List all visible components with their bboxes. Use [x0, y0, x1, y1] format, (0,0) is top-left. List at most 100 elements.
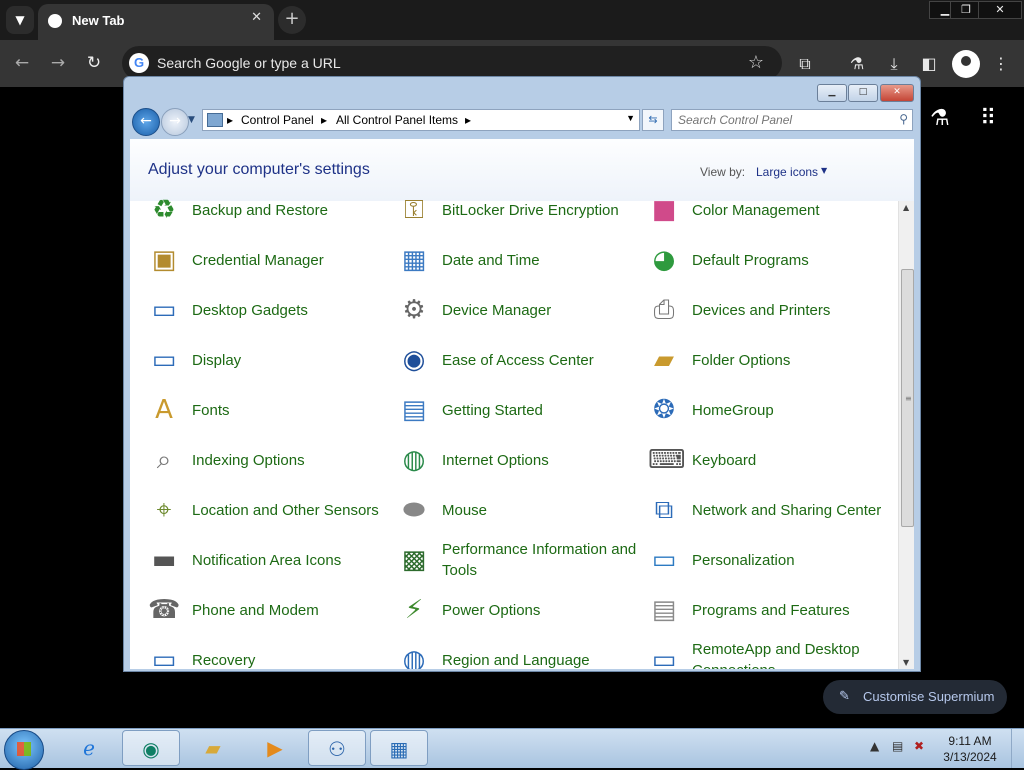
bitlocker-key-icon: ⚿	[404, 195, 424, 225]
cp-item-mouse[interactable]: ⬬ Mouse	[398, 488, 638, 532]
cp-item-internet-options[interactable]: ◍ Internet Options	[398, 438, 638, 482]
reload-icon[interactable]: ↻	[82, 52, 106, 76]
bookmark-star-icon[interactable]: ☆	[748, 52, 764, 73]
cp-item-bitlocker-drive-encryption[interactable]: ⚿ BitLocker Drive Encryption	[398, 188, 638, 232]
back-arrow-icon[interactable]: ←	[10, 52, 34, 76]
cp-scrollbar[interactable]: ▲ ≡ ▼	[898, 201, 914, 669]
media-player-icon[interactable]: ▶	[246, 730, 304, 766]
cp-item-notification-area-icons[interactable]: ▬ Notification Area Icons	[148, 538, 388, 582]
cp-item-display[interactable]: ▭ Display	[148, 338, 388, 382]
menu-kebab-icon[interactable]: ⋮	[990, 53, 1012, 75]
cp-item-homegroup[interactable]: ❂ HomeGroup	[648, 388, 888, 432]
cp-item-remoteapp-and-desktop-connections[interactable]: ▭ RemoteApp and Desktop Connections	[648, 638, 888, 669]
cp-close-button[interactable]: ✕	[880, 84, 914, 102]
remoteapp-icon: ▭	[651, 645, 677, 669]
tab-title: New Tab	[72, 13, 125, 28]
cp-forward-button[interactable]: →	[161, 108, 189, 136]
cp-item-device-manager[interactable]: ⚙ Device Manager	[398, 288, 638, 332]
tray-arrow-icon[interactable]: ▲	[870, 739, 879, 753]
ntp-labs-flask-icon[interactable]: ⚗	[930, 106, 950, 131]
show-desktop-button[interactable]	[1011, 729, 1024, 768]
cp-refresh-button[interactable]: ⇆	[642, 109, 664, 131]
profile-avatar-icon[interactable]	[952, 50, 980, 78]
tab-new-tab[interactable]: New Tab ✕	[38, 4, 274, 40]
page-title: Adjust your computer's settings	[148, 161, 370, 178]
supermium-taskbar-icon[interactable]: ◉	[122, 730, 180, 766]
cp-item-getting-started[interactable]: ▤ Getting Started	[398, 388, 638, 432]
cp-item-programs-and-features[interactable]: ▤ Programs and Features	[648, 588, 888, 632]
extensions-icon[interactable]: ⧉	[794, 53, 816, 75]
labs-flask-icon[interactable]: ⚗	[846, 53, 868, 75]
color-icon: ■	[651, 195, 677, 225]
internet-explorer-icon[interactable]: ℯ	[60, 730, 118, 766]
cp-item-performance-information-and-tools[interactable]: ▩ Performance Information and Tools	[398, 538, 638, 582]
cp-item-label: HomeGroup	[692, 401, 774, 419]
cp-item-region-and-language[interactable]: ◍ Region and Language	[398, 638, 638, 669]
cp-item-keyboard[interactable]: ⌨ Keyboard	[648, 438, 888, 482]
tab-search-button[interactable]: ▼	[6, 6, 34, 34]
control-panel-icon	[207, 113, 223, 127]
breadcrumb-separator-icon[interactable]: ▸	[321, 113, 327, 127]
address-bar[interactable]: G Search Google or type a URL ☆	[122, 46, 782, 80]
cp-item-desktop-gadgets[interactable]: ▭ Desktop Gadgets	[148, 288, 388, 332]
customise-supermium-button[interactable]: ✎ Customise Supermium	[823, 680, 1007, 714]
cp-item-personalization[interactable]: ▭ Personalization	[648, 538, 888, 582]
search-icon[interactable]: ⚲	[899, 112, 908, 126]
cp-search-box[interactable]: ⚲	[671, 109, 913, 131]
cp-item-folder-options[interactable]: ▰ Folder Options	[648, 338, 888, 382]
cp-item-date-and-time[interactable]: ▦ Date and Time	[398, 238, 638, 282]
breadcrumb-control-panel[interactable]: Control Panel	[241, 113, 314, 127]
recent-pages-dropdown[interactable]: ▼	[188, 115, 195, 125]
cp-item-location-and-other-sensors[interactable]: ⌖ Location and Other Sensors	[148, 488, 388, 532]
cp-item-ease-of-access-center[interactable]: ◉ Ease of Access Center	[398, 338, 638, 382]
cp-item-label: Programs and Features	[692, 601, 850, 619]
cp-item-default-programs[interactable]: ◕ Default Programs	[648, 238, 888, 282]
cp-search-input[interactable]	[678, 112, 888, 128]
cp-item-indexing-options[interactable]: ⌕ Indexing Options	[148, 438, 388, 482]
cp-item-phone-and-modem[interactable]: ☎ Phone and Modem	[148, 588, 388, 632]
breadcrumb-separator-icon[interactable]: ▸	[227, 113, 233, 127]
chevron-down-icon[interactable]: ▼	[821, 166, 827, 175]
cp-item-label: Device Manager	[442, 301, 552, 319]
cp-back-button[interactable]: ←	[132, 108, 160, 136]
taskbar-clock[interactable]: 9:11 AM 3/13/2024	[930, 733, 1010, 765]
keyboard-icon: ⌨	[648, 445, 686, 475]
cp-address-bar[interactable]: ▸ Control Panel ▸ All Control Panel Item…	[202, 109, 640, 131]
scroll-thumb[interactable]: ≡	[901, 269, 914, 527]
cp-item-fonts[interactable]: A Fonts	[148, 388, 388, 432]
cp-item-color-management[interactable]: ■ Color Management	[648, 188, 888, 232]
cp-maximize-button[interactable]: □	[848, 84, 878, 102]
breadcrumb-separator-icon[interactable]: ▸	[465, 113, 471, 127]
scroll-down-icon[interactable]: ▼	[903, 658, 909, 667]
apps-grid-icon[interactable]: ⠿	[980, 106, 996, 131]
view-by-dropdown[interactable]: Large icons	[756, 165, 818, 179]
cp-minimize-button[interactable]: ▁	[817, 84, 847, 102]
new-tab-button[interactable]: +	[278, 6, 306, 34]
volume-muted-icon[interactable]: ✖	[914, 739, 924, 753]
breadcrumb-all-items[interactable]: All Control Panel Items	[336, 113, 458, 127]
browser-tab-strip: ▼ New Tab ✕ + ▁ ❐ ✕	[0, 0, 1024, 40]
cp-item-backup-and-restore[interactable]: ♻ Backup and Restore	[148, 188, 388, 232]
control-panel-taskbar-icon[interactable]: ▦	[370, 730, 428, 766]
cp-item-devices-and-printers[interactable]: ⎙ Devices and Printers	[648, 288, 888, 332]
tab-close-button[interactable]: ✕	[251, 10, 262, 25]
start-button[interactable]	[4, 730, 44, 770]
cp-item-label: Ease of Access Center	[442, 351, 594, 369]
cp-item-power-options[interactable]: ⚡ Power Options	[398, 588, 638, 632]
cp-item-label: Backup and Restore	[192, 201, 328, 219]
cp-item-network-and-sharing-center[interactable]: ⧉ Network and Sharing Center	[648, 488, 888, 532]
forward-arrow-icon[interactable]: →	[46, 52, 70, 76]
network-tray-icon[interactable]: ▤	[892, 739, 903, 753]
explorer-folder-icon[interactable]: ▰	[184, 730, 242, 766]
users-taskbar-icon[interactable]: ⚇	[308, 730, 366, 766]
new-tab-favicon-icon	[48, 14, 62, 28]
side-panel-icon[interactable]: ◧	[918, 53, 940, 75]
close-window-button[interactable]: ✕	[978, 1, 1022, 19]
sensors-icon: ⌖	[156, 495, 172, 525]
address-dropdown-icon[interactable]: ▼	[626, 113, 635, 123]
scroll-up-icon[interactable]: ▲	[903, 203, 909, 212]
cp-item-recovery[interactable]: ▭ Recovery	[148, 638, 388, 669]
download-icon[interactable]: ⤓	[883, 53, 905, 75]
performance-icon: ▩	[401, 545, 427, 575]
cp-item-credential-manager[interactable]: ▣ Credential Manager	[148, 238, 388, 282]
